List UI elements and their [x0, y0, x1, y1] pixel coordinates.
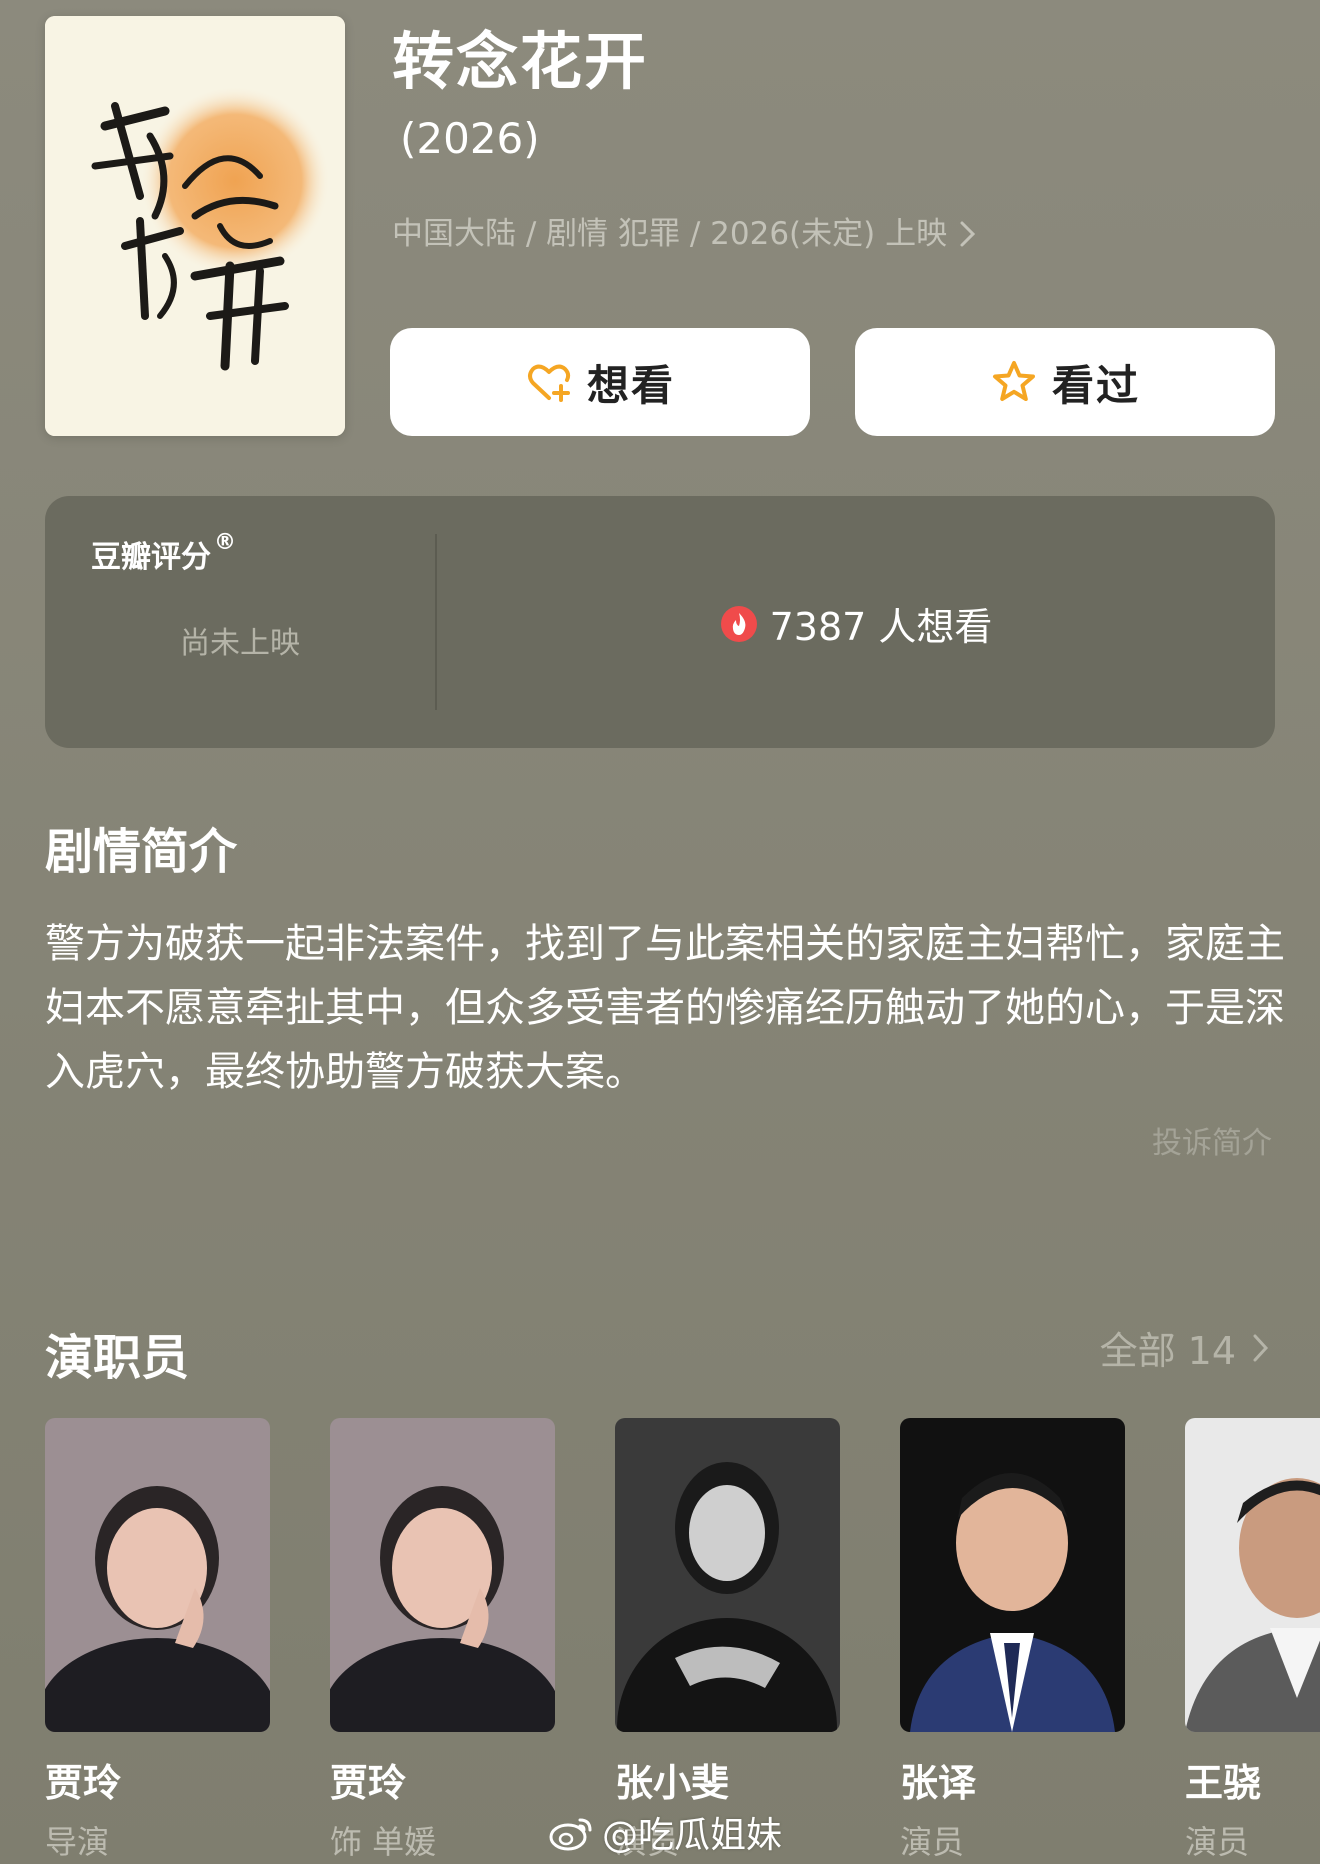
- cast-name: 张小斐: [615, 1761, 730, 1805]
- star-icon: [992, 361, 1035, 401]
- cast-role: 导演: [45, 1823, 110, 1861]
- cast-card[interactable]: 贾玲 导演: [45, 1418, 270, 1863]
- want-to-watch-label: 想看: [586, 360, 675, 410]
- douban-rating-label: 豆瓣评分 ®: [91, 530, 236, 576]
- cast-role: 演员: [1185, 1823, 1250, 1861]
- cast-title: 演职员: [45, 1330, 190, 1386]
- cast-photo: [1185, 1418, 1320, 1732]
- cast-name: 贾玲: [330, 1761, 407, 1805]
- cast-name: 贾玲: [45, 1761, 122, 1805]
- want-count-text: 7387 人想看: [769, 605, 993, 649]
- synopsis-title: 剧情简介: [45, 824, 238, 880]
- report-synopsis-link[interactable]: 投诉简介: [1152, 1118, 1272, 1162]
- cast-card[interactable]: 张译 演员: [900, 1418, 1125, 1863]
- watched-label: 看过: [1051, 360, 1140, 410]
- fire-icon: [720, 605, 757, 642]
- movie-year: (2026): [400, 114, 540, 163]
- cast-all-link[interactable]: 全部 14: [1100, 1320, 1272, 1375]
- cast-card[interactable]: 贾玲 饰 单媛: [330, 1418, 555, 1863]
- watched-button[interactable]: 看过: [855, 328, 1275, 436]
- chevron-right-icon: [960, 221, 976, 247]
- heart-plus-icon: [527, 364, 571, 402]
- want-count[interactable]: 7387 人想看: [437, 596, 1275, 651]
- cast-all-label: 全部 14: [1099, 1329, 1236, 1373]
- cast-card[interactable]: 王骁 演员: [1185, 1418, 1320, 1863]
- want-to-watch-button[interactable]: 想看: [390, 328, 810, 436]
- rating-label-text: 豆瓣评分: [91, 540, 211, 575]
- movie-meta-text: 中国大陆 / 剧情 犯罪 / 2026(未定) 上映: [392, 216, 948, 252]
- synopsis-text: 警方为破获一起非法案件，找到了与此案相关的家庭主妇帮忙，家庭主妇本不愿意牵扯其中…: [45, 921, 1285, 1095]
- cast-photo: [615, 1418, 840, 1732]
- cast-role: 演员: [900, 1823, 965, 1861]
- movie-meta-link[interactable]: 中国大陆 / 剧情 犯罪 / 2026(未定) 上映: [392, 212, 979, 256]
- cast-photo: [900, 1418, 1125, 1732]
- cast-name: 王骁: [1185, 1761, 1262, 1805]
- registered-mark: ®: [214, 530, 236, 555]
- movie-title: 转念花开: [392, 25, 649, 98]
- poster-artwork: [45, 16, 345, 436]
- cast-card[interactable]: 张小斐 演员: [615, 1418, 840, 1863]
- watermark-text: @吃瓜姐妹: [602, 1815, 783, 1856]
- movie-poster[interactable]: [45, 16, 345, 436]
- cast-list[interactable]: 贾玲 导演 贾玲 饰 单媛 张小斐 演员 张译 演员 王骁 演员: [45, 1418, 1320, 1864]
- watermark: @吃瓜姐妹: [548, 1806, 782, 1858]
- rating-status: 尚未上映: [180, 626, 300, 661]
- cast-photo: [45, 1418, 270, 1732]
- chevron-right-icon: [1253, 1334, 1269, 1361]
- cast-name: 张译: [900, 1761, 977, 1805]
- rating-card: 豆瓣评分 ® 尚未上映 7387 人想看: [45, 496, 1275, 748]
- cast-photo: [330, 1418, 555, 1732]
- weibo-icon: [549, 1818, 592, 1851]
- cast-role: 饰 单媛: [330, 1823, 437, 1861]
